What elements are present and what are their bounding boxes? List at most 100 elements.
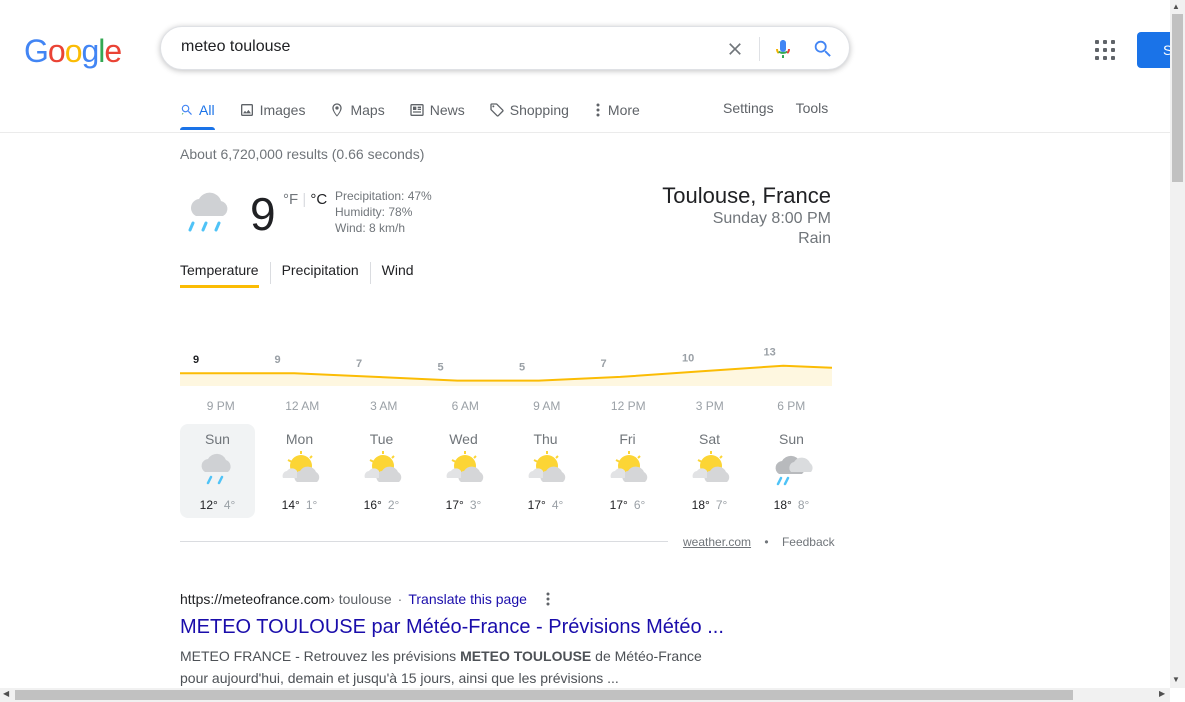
day-name: Fri — [619, 431, 636, 447]
partly-cloudy-icon — [279, 448, 327, 493]
tab-shopping[interactable]: Shopping — [489, 100, 569, 120]
apps-grid-icon[interactable] — [1094, 39, 1116, 61]
partly-cloudy-icon — [607, 448, 655, 493]
tab-temperature[interactable]: Temperature — [180, 262, 259, 288]
day-temps: 17° 3° — [426, 498, 501, 512]
day-name: Tue — [369, 431, 394, 447]
day-forecast-thu[interactable]: Thu 17° 4° — [508, 424, 583, 518]
time-tick-label: 9 PM — [207, 399, 235, 413]
image-icon — [240, 104, 253, 116]
weather-details: Precipitation: 47% Humidity: 78% Wind: 8… — [335, 188, 432, 236]
tab-maps[interactable]: Maps — [329, 100, 385, 120]
day-name: Mon — [285, 431, 314, 447]
tab-label: Images — [259, 102, 306, 118]
low-temp: 6° — [633, 498, 646, 512]
result-breadcrumb: › toulouse — [330, 591, 392, 607]
horizontal-scroll-thumb[interactable] — [15, 690, 1073, 700]
source-link[interactable]: weather.com — [683, 535, 751, 549]
day-temps: 17° 4° — [508, 498, 583, 512]
high-temp: 16° — [363, 498, 382, 512]
day-temps: 12° 4° — [180, 498, 255, 512]
high-temp: 18° — [773, 498, 792, 512]
time-tick-label: 6 AM — [452, 399, 479, 413]
time-tick-label: 3 AM — [370, 399, 397, 413]
translate-link[interactable]: Translate this page — [408, 591, 527, 607]
settings-link[interactable]: Settings — [723, 100, 774, 116]
unit-fahrenheit[interactable]: °F — [283, 191, 298, 208]
day-forecast-wed[interactable]: Wed 17° 3° — [426, 424, 501, 518]
tab-label: Maps — [350, 102, 385, 118]
scroll-up-arrow-icon[interactable]: ▲ — [1172, 2, 1180, 11]
more-vert-icon[interactable] — [543, 591, 553, 607]
clear-icon[interactable] — [723, 37, 747, 61]
tab-wind[interactable]: Wind — [382, 262, 414, 286]
tools-link[interactable]: Tools — [796, 100, 829, 116]
weather-tabs: Temperature Precipitation Wind — [180, 262, 414, 288]
day-temps: 14° 1° — [262, 498, 337, 512]
feedback-link[interactable]: Feedback — [782, 535, 835, 549]
source-divider — [180, 541, 668, 542]
scroll-down-arrow-icon[interactable]: ▼ — [1172, 675, 1180, 684]
tab-label: Shopping — [509, 102, 569, 118]
search-input[interactable] — [181, 38, 701, 56]
time-tick-label: 9 AM — [533, 399, 560, 413]
google-logo[interactable]: Google — [24, 33, 122, 70]
header-divider — [0, 132, 1170, 133]
snippet-bold: METEO TOULOUSE — [460, 648, 592, 664]
search-icon[interactable] — [811, 37, 835, 61]
low-temp: 1° — [305, 498, 318, 512]
low-temp: 7° — [715, 498, 728, 512]
tab-news[interactable]: News — [409, 100, 465, 120]
rain-cloud-icon — [771, 448, 819, 493]
scroll-left-arrow-icon[interactable]: ◀ — [3, 689, 9, 698]
partly-cloudy-icon — [525, 448, 573, 493]
tab-label: All — [199, 102, 215, 118]
high-temp: 17° — [445, 498, 464, 512]
day-forecast-sun[interactable]: Sun 12° 4° — [180, 424, 255, 518]
search-tabs: All Images Maps News Shopping More — [180, 100, 664, 132]
tab-label: More — [607, 102, 640, 118]
result-title[interactable]: METEO TOULOUSE par Météo-France - Prévis… — [180, 616, 724, 639]
search-divider — [759, 37, 760, 61]
partly-cloudy-icon — [361, 448, 409, 493]
low-temp: 2° — [387, 498, 400, 512]
map-pin-icon — [332, 103, 343, 117]
tag-icon — [490, 103, 504, 117]
day-temps: 18° 8° — [754, 498, 829, 512]
microphone-icon[interactable] — [771, 37, 795, 61]
rain-icon — [184, 186, 236, 239]
humidity-text: Humidity: 78% — [335, 205, 413, 219]
day-forecast-fri[interactable]: Fri 17° 6° — [590, 424, 665, 518]
temperature-value-label: 7 — [356, 358, 362, 370]
low-temp: 4° — [223, 498, 236, 512]
time-tick-label: 12 AM — [285, 399, 319, 413]
day-forecast-tue[interactable]: Tue 16° 2° — [344, 424, 419, 518]
high-temp: 17° — [527, 498, 546, 512]
tab-precipitation[interactable]: Precipitation — [282, 262, 359, 286]
day-temps: 17° 6° — [590, 498, 665, 512]
scroll-right-arrow-icon[interactable]: ▶ — [1159, 689, 1165, 698]
unit-celsius[interactable]: °C — [310, 191, 327, 208]
weather-datetime: Sunday 8:00 PM — [712, 210, 831, 227]
temperature-chart: 9 9 7 5 5 7 10 13 9 PM 12 AM 3 AM 6 AM 9 AM 12 PM 3 PM… — [180, 347, 832, 413]
tab-more[interactable]: More — [593, 100, 640, 120]
result-domain[interactable]: https://meteofrance.com — [180, 591, 330, 607]
tab-images[interactable]: Images — [239, 100, 306, 120]
result-snippet: METEO FRANCE - Retrouvez les prévisions … — [180, 645, 725, 689]
temperature-value-label: 13 — [764, 347, 776, 359]
high-temp: 14° — [281, 498, 300, 512]
low-temp: 3° — [469, 498, 482, 512]
day-name: Thu — [533, 431, 558, 447]
day-forecast-sat[interactable]: Sat 18° 7° — [672, 424, 747, 518]
wind-text: Wind: 8 km/h — [335, 221, 406, 235]
tab-all[interactable]: All — [180, 100, 215, 130]
tab-label: News — [429, 102, 465, 118]
result-url: https://meteofrance.com › toulouse · Tra… — [180, 591, 553, 607]
vertical-scroll-thumb[interactable] — [1172, 14, 1183, 182]
day-forecast-sun[interactable]: Sun 18° 8° — [754, 424, 829, 518]
time-tick-label: 3 PM — [696, 399, 724, 413]
more-vert-icon — [596, 103, 600, 117]
day-forecast-mon[interactable]: Mon 14° 1° — [262, 424, 337, 518]
temperature-value-label: 7 — [601, 358, 607, 370]
precipitation-text: Precipitation: 47% — [335, 189, 432, 203]
